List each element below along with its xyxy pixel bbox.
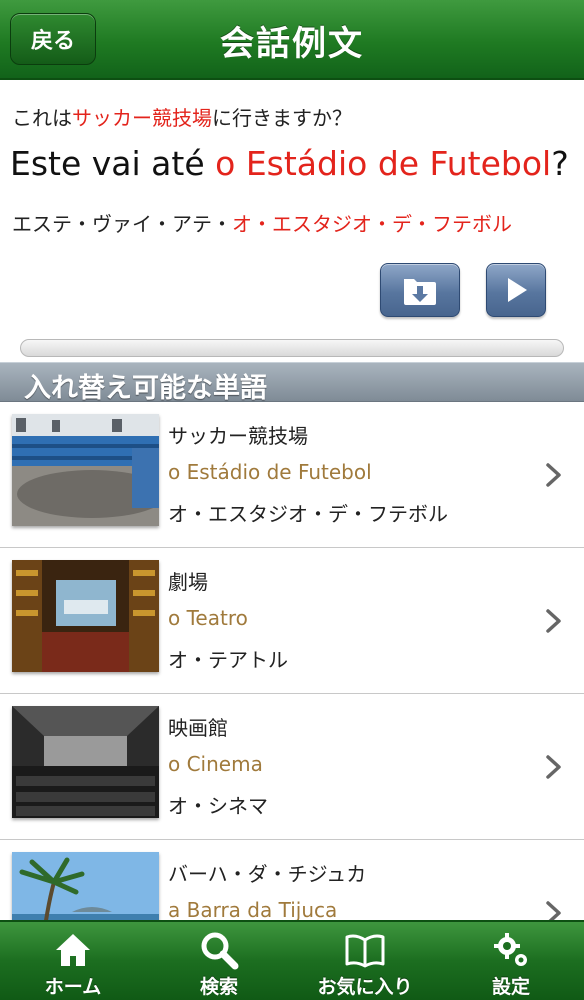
- phrase-portuguese: Este vai até o Estádio de Futebol?: [10, 144, 569, 183]
- phrase-ja-highlight: サッカー競技場: [72, 106, 212, 130]
- phrase-ja-prefix: これは: [12, 106, 72, 130]
- page-title: 会話例文: [220, 24, 364, 64]
- save-favorite-button[interactable]: [380, 263, 460, 317]
- audio-progress-bar[interactable]: [20, 339, 564, 357]
- tab-label: 検索: [199, 976, 238, 998]
- word-pronunciation: オ・シネマ: [168, 794, 268, 818]
- phrase-japanese: これはサッカー競技場に行きますか？: [12, 102, 352, 131]
- phrase-pt-suffix: ?: [551, 144, 569, 183]
- word-portuguese: o Estádio de Futebol: [168, 460, 372, 484]
- phrase-pt-highlight: o Estádio de Futebol: [215, 144, 552, 183]
- chevron-right-icon: [546, 901, 561, 920]
- folder-download-icon: [404, 279, 436, 305]
- section-header: 入れ替え可能な単語: [0, 362, 584, 404]
- section-title: 入れ替え可能な単語: [24, 373, 267, 404]
- tab-search[interactable]: 検索: [146, 922, 292, 1000]
- chevron-right-icon: [546, 755, 561, 779]
- tab-home[interactable]: ホーム: [0, 922, 146, 1000]
- tab-label: 設定: [491, 976, 530, 998]
- stadium-image: [12, 414, 159, 526]
- tab-label: ホーム: [44, 976, 102, 998]
- gear-icon: [494, 933, 527, 966]
- word-portuguese: a Barra da Tijuca: [168, 898, 338, 920]
- phrase-pt-prefix: Este vai até: [10, 144, 216, 183]
- word-japanese: 劇場: [168, 570, 208, 594]
- tab-label: お気に入り: [317, 976, 413, 998]
- play-icon: [508, 278, 527, 302]
- chevron-right-icon: [546, 609, 561, 633]
- list-item[interactable]: 映画館 o Cinema オ・シネマ: [0, 694, 584, 840]
- word-list: サッカー競技場 o Estádio de Futebol オ・エスタジオ・デ・フ…: [0, 402, 584, 920]
- phrase-kana-highlight: オ・エスタジオ・デ・フテボル: [232, 212, 512, 236]
- word-portuguese: o Cinema: [168, 752, 263, 776]
- search-icon: [201, 932, 239, 970]
- list-item[interactable]: 劇場 o Teatro オ・テアトル: [0, 548, 584, 694]
- word-portuguese: o Teatro: [168, 606, 248, 630]
- home-icon: [56, 934, 90, 966]
- phrase-pronunciation: エステ・ヴァイ・アテ・オ・エスタジオ・デ・フテボル: [12, 208, 512, 237]
- play-audio-button[interactable]: [486, 263, 546, 317]
- word-japanese: 映画館: [168, 716, 228, 740]
- theater-image: [12, 560, 159, 672]
- phrase-panel: これはサッカー競技場に行きますか？ Este vai até o Estádio…: [0, 80, 584, 362]
- list-item[interactable]: サッカー競技場 o Estádio de Futebol オ・エスタジオ・デ・フ…: [0, 402, 584, 548]
- word-japanese: バーハ・ダ・チジュカ: [168, 862, 367, 886]
- phrase-kana-prefix: エステ・ヴァイ・アテ・: [12, 212, 232, 236]
- phrase-ja-suffix: に行きますか？: [212, 106, 352, 130]
- tab-bar: ホーム 検索 お気に入り 設定: [0, 920, 584, 1000]
- word-japanese: サッカー競技場: [168, 424, 308, 448]
- chevron-right-icon: [546, 463, 561, 487]
- beach-image: [12, 852, 159, 920]
- tab-settings[interactable]: 設定: [438, 922, 584, 1000]
- cinema-image: [12, 706, 159, 818]
- book-icon: [345, 934, 385, 968]
- word-pronunciation: オ・エスタジオ・デ・フテボル: [168, 502, 448, 526]
- word-pronunciation: オ・テアトル: [168, 648, 288, 672]
- list-item[interactable]: バーハ・ダ・チジュカ a Barra da Tijuca: [0, 840, 584, 920]
- tab-favorites[interactable]: お気に入り: [292, 922, 438, 1000]
- nav-bar: 戻る 会話例文: [0, 0, 584, 80]
